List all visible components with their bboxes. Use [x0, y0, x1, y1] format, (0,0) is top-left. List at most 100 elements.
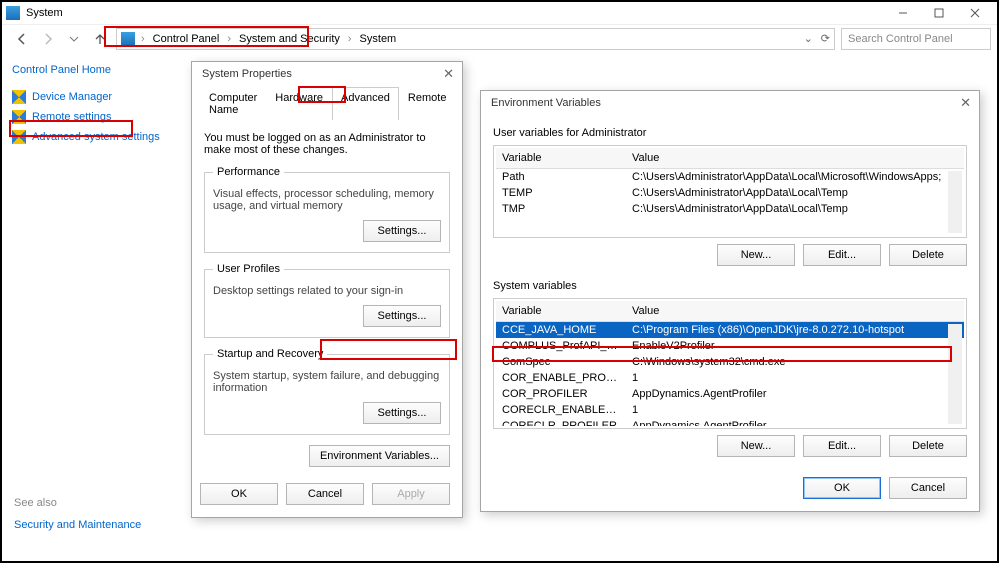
see-also-heading: See also — [14, 497, 141, 509]
admin-note: You must be logged on as an Administrato… — [204, 132, 450, 156]
cell-variable: Path — [496, 169, 626, 185]
list-item[interactable]: ComSpecC:\Windows\system32\cmd.exe — [496, 354, 964, 370]
sidebar-item-device-manager[interactable]: Device Manager — [12, 90, 178, 104]
sidebar-item-label: Device Manager — [32, 91, 112, 103]
breadcrumb-item[interactable]: Control Panel — [151, 33, 222, 45]
system-variables-list[interactable]: Variable Value CCE_JAVA_HOMEC:\Program F… — [493, 298, 967, 429]
up-button[interactable] — [90, 29, 110, 49]
list-header: Variable Value — [496, 148, 964, 169]
list-header: Variable Value — [496, 301, 964, 322]
list-item[interactable]: CORECLR_ENABLE_PROFILI...1 — [496, 402, 964, 418]
cell-variable: CORECLR_PROFILER — [496, 418, 626, 426]
scrollbar[interactable] — [948, 324, 962, 424]
see-also-link[interactable]: Security and Maintenance — [14, 519, 141, 531]
chevron-right-icon: › — [225, 33, 233, 45]
list-item[interactable]: COMPLUS_ProfAPI_ProfilerC...EnableV2Prof… — [496, 338, 964, 354]
startup-settings-button[interactable]: Settings... — [363, 402, 441, 424]
minimize-button[interactable] — [885, 2, 921, 24]
navigation-bar: › Control Panel › System and Security › … — [2, 24, 997, 52]
ok-button[interactable]: OK — [200, 483, 278, 505]
cell-value: C:\Users\Administrator\AppData\Local\Tem… — [626, 185, 964, 201]
sidebar-item-label: Remote settings — [32, 111, 111, 123]
system-variables-label: System variables — [493, 280, 967, 292]
cell-value: EnableV2Profiler — [626, 338, 964, 354]
group-description: System startup, system failure, and debu… — [213, 370, 441, 394]
performance-group: Performance Visual effects, processor sc… — [204, 166, 450, 253]
system-icon — [6, 6, 20, 20]
list-item[interactable]: CCE_JAVA_HOMEC:\Program Files (x86)\Open… — [496, 322, 964, 338]
close-button[interactable] — [957, 2, 993, 24]
cell-variable: COR_ENABLE_PROFILING — [496, 370, 626, 386]
environment-variables-button[interactable]: Environment Variables... — [309, 445, 450, 467]
cell-value: C:\Users\Administrator\AppData\Local\Mic… — [626, 169, 964, 185]
cell-value: C:\Windows\system32\cmd.exe — [626, 354, 964, 370]
cell-variable: TEMP — [496, 185, 626, 201]
chevron-right-icon: › — [346, 33, 354, 45]
group-legend: Performance — [213, 166, 284, 178]
sidebar-item-remote-settings[interactable]: Remote settings — [12, 110, 178, 124]
column-header-value[interactable]: Value — [626, 148, 964, 168]
address-dropdown-button[interactable]: ⌄ — [804, 32, 813, 45]
system-delete-button[interactable]: Delete — [889, 435, 967, 457]
user-variables-list[interactable]: Variable Value PathC:\Users\Administrato… — [493, 145, 967, 238]
system-new-button[interactable]: New... — [717, 435, 795, 457]
list-item[interactable]: CORECLR_PROFILERAppDynamics.AgentProfile… — [496, 418, 964, 426]
user-delete-button[interactable]: Delete — [889, 244, 967, 266]
cell-variable: ComSpec — [496, 354, 626, 370]
search-input[interactable]: Search Control Panel — [841, 28, 991, 50]
startup-recovery-group: Startup and Recovery System startup, sys… — [204, 348, 450, 435]
user-variables-label: User variables for Administrator — [493, 127, 967, 139]
cell-variable: CCE_JAVA_HOME — [496, 322, 626, 338]
control-panel-home-link[interactable]: Control Panel Home — [12, 64, 178, 76]
column-header-variable[interactable]: Variable — [496, 148, 626, 168]
dialog-close-button[interactable]: ✕ — [960, 95, 971, 111]
column-header-value[interactable]: Value — [626, 301, 964, 321]
shield-icon — [12, 130, 26, 144]
list-item[interactable]: TEMPC:\Users\Administrator\AppData\Local… — [496, 185, 964, 201]
user-profiles-settings-button[interactable]: Settings... — [363, 305, 441, 327]
search-placeholder: Search Control Panel — [848, 33, 953, 45]
performance-settings-button[interactable]: Settings... — [363, 220, 441, 242]
scrollbar[interactable] — [948, 171, 962, 233]
window-title: System — [26, 7, 63, 19]
shield-icon — [12, 110, 26, 124]
back-button[interactable] — [12, 29, 32, 49]
refresh-button[interactable]: ⟳ — [821, 32, 830, 45]
maximize-button[interactable] — [921, 2, 957, 24]
cell-value: C:\Program Files (x86)\OpenJDK\jre-8.0.2… — [626, 322, 964, 338]
see-also-section: See also Security and Maintenance — [14, 497, 141, 531]
list-item[interactable]: PathC:\Users\Administrator\AppData\Local… — [496, 169, 964, 185]
ok-button[interactable]: OK — [803, 477, 881, 499]
cell-variable: CORECLR_ENABLE_PROFILI... — [496, 402, 626, 418]
dialog-close-button[interactable]: ✕ — [443, 66, 454, 82]
group-legend: Startup and Recovery — [213, 348, 327, 360]
recent-locations-button[interactable] — [64, 29, 84, 49]
tab-computer-name[interactable]: Computer Name — [200, 87, 266, 120]
apply-button[interactable]: Apply — [372, 483, 450, 505]
column-header-variable[interactable]: Variable — [496, 301, 626, 321]
user-new-button[interactable]: New... — [717, 244, 795, 266]
system-edit-button[interactable]: Edit... — [803, 435, 881, 457]
forward-button[interactable] — [38, 29, 58, 49]
chevron-right-icon: › — [139, 33, 147, 45]
tab-hardware[interactable]: Hardware — [266, 87, 332, 120]
cancel-button[interactable]: Cancel — [889, 477, 967, 499]
cancel-button[interactable]: Cancel — [286, 483, 364, 505]
cell-value: 1 — [626, 402, 964, 418]
user-edit-button[interactable]: Edit... — [803, 244, 881, 266]
sidebar-item-label: Advanced system settings — [32, 131, 160, 143]
address-bar[interactable]: › Control Panel › System and Security › … — [116, 28, 835, 50]
breadcrumb-item[interactable]: System — [358, 33, 399, 45]
dialog-title: Environment Variables — [481, 91, 979, 115]
tab-remote[interactable]: Remote — [399, 87, 456, 120]
list-item[interactable]: COR_PROFILERAppDynamics.AgentProfiler — [496, 386, 964, 402]
list-item[interactable]: TMPC:\Users\Administrator\AppData\Local\… — [496, 201, 964, 217]
group-description: Desktop settings related to your sign-in — [213, 285, 441, 297]
window-titlebar: System — [2, 2, 997, 24]
tab-advanced[interactable]: Advanced — [332, 87, 399, 120]
list-item[interactable]: COR_ENABLE_PROFILING1 — [496, 370, 964, 386]
breadcrumb-item[interactable]: System and Security — [237, 33, 342, 45]
cell-variable: COR_PROFILER — [496, 386, 626, 402]
cell-variable: COMPLUS_ProfAPI_ProfilerC... — [496, 338, 626, 354]
sidebar-item-advanced-system-settings[interactable]: Advanced system settings — [12, 130, 178, 144]
